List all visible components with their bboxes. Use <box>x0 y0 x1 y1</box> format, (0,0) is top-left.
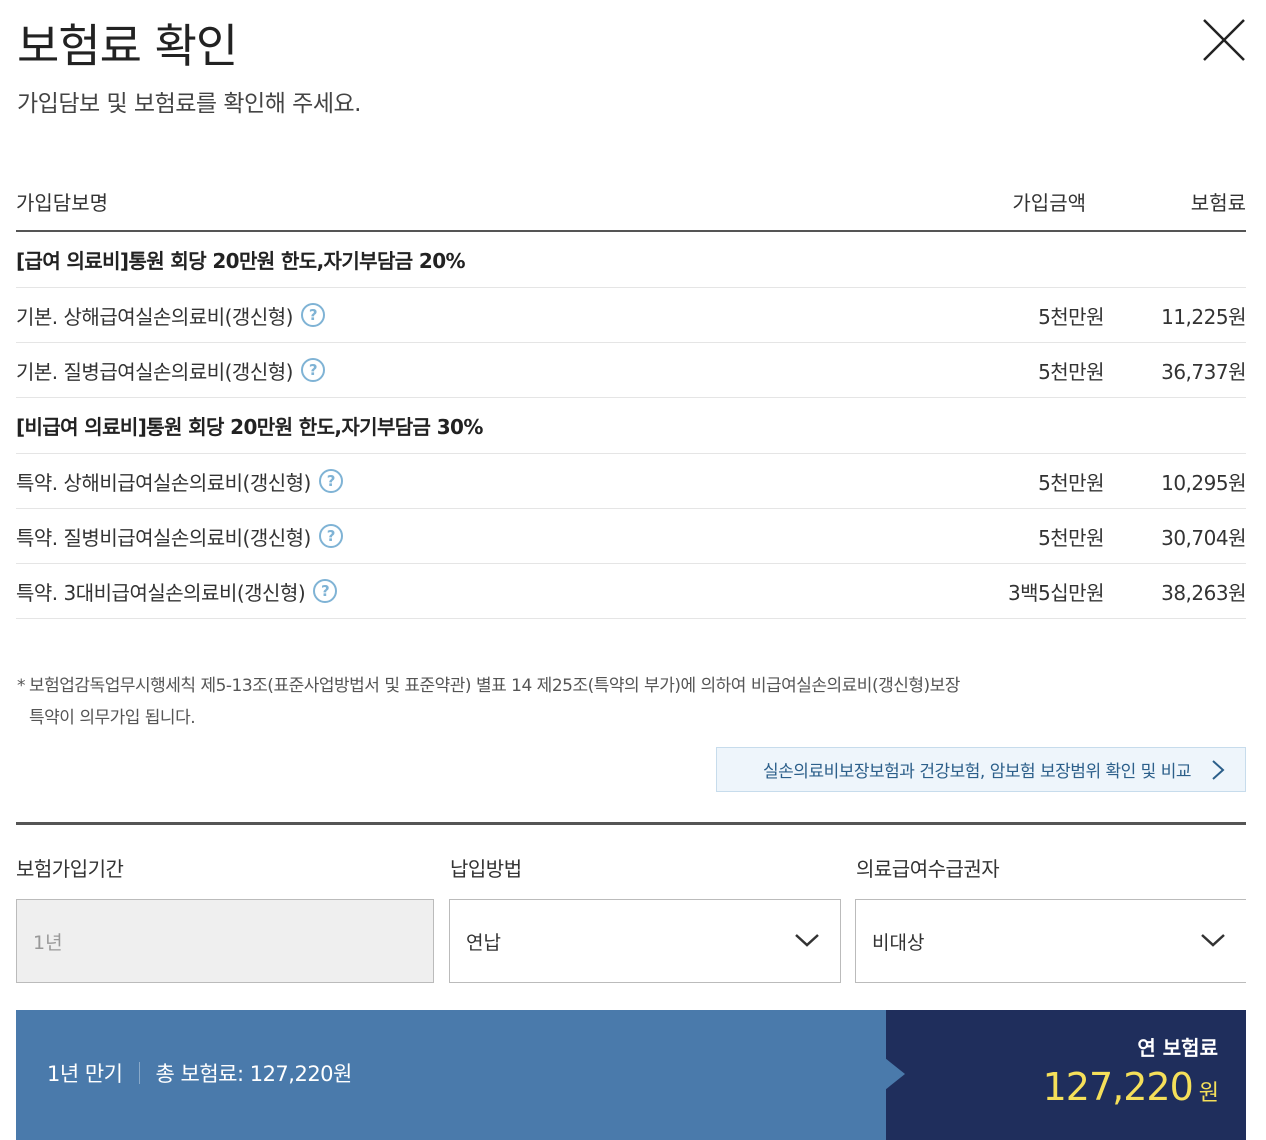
coverage-amount: 5천만원 <box>1038 470 1104 495</box>
close-icon <box>1203 19 1245 61</box>
notice-line-2: 특약이 의무가입 됩니다. <box>29 708 196 728</box>
help-icon[interactable]: ? <box>313 579 338 603</box>
table-row: 특약. 3대비급여실손의료비(갱신형)? 3백5십만원 38,263원 <box>16 564 1247 619</box>
page-title: 보험료 확인 <box>17 19 238 73</box>
chevron-down-icon <box>795 934 819 947</box>
coverage-premium: 36,737원 <box>1161 359 1246 384</box>
annual-premium-unit: 원 <box>1198 1081 1219 1106</box>
coverage-name: 특약. 상해비급여실손의료비(갱신형) <box>16 470 311 495</box>
table-row: 특약. 질병비급여실손의료비(갱신형)? 5천만원 30,704원 <box>16 509 1247 564</box>
page-subtitle: 가입담보 및 보험료를 확인해 주세요. <box>17 91 361 117</box>
help-icon[interactable]: ? <box>300 358 325 382</box>
coverage-name: 특약. 질병비급여실손의료비(갱신형) <box>16 525 311 550</box>
summary-left: 1년 만기 총 보험료: 127,220원 <box>47 1058 352 1088</box>
annual-premium-value: 127,220 원 <box>1042 1065 1219 1109</box>
term-text: 1년 만기 <box>47 1062 123 1086</box>
coverage-name: 기본. 상해급여실손의료비(갱신형) <box>16 304 293 329</box>
medical-aid-label: 의료급여수급권자 <box>856 857 1000 881</box>
table-row: 기본. 상해급여실손의료비(갱신형)? 5천만원 11,225원 <box>16 288 1247 343</box>
premium-summary-bar: 1년 만기 총 보험료: 127,220원 연 보험료 127,220 원 <box>16 1010 1246 1140</box>
table-row: 특약. 상해비급여실손의료비(갱신형)? 5천만원 10,295원 <box>16 454 1247 509</box>
payment-label: 납입방법 <box>450 857 522 881</box>
period-field: 1년 <box>16 899 434 983</box>
group-title-noncovered: [비급여 의료비]통원 회당 20만원 한도,자기부담금 30% <box>16 398 1246 454</box>
table-row: 기본. 질병급여실손의료비(갱신형)? 5천만원 36,737원 <box>16 343 1247 398</box>
column-header-premium: 보험료 <box>1190 190 1246 215</box>
payment-select[interactable]: 연납 <box>449 899 841 983</box>
group-title-covered: [급여 의료비]통원 회당 20만원 한도,자기부담금 20% <box>16 232 1246 288</box>
coverage-amount: 3백5십만원 <box>1007 580 1105 605</box>
coverage-amount: 5천만원 <box>1038 304 1104 329</box>
close-button[interactable] <box>1196 12 1252 68</box>
coverage-premium: 38,263원 <box>1161 580 1246 605</box>
total-premium-text: 총 보험료: 127,220원 <box>155 1062 353 1086</box>
table-header: 가입담보명 가입금액 보험료 <box>16 172 1246 232</box>
summary-divider <box>138 1062 140 1084</box>
coverage-compare-button[interactable]: 실손의료비보장보험과 건강보험, 암보험 보장범위 확인 및 비교 <box>716 747 1246 792</box>
options-section: 보험가입기간 1년 납입방법 연납 의료급여수급권자 비대상 <box>16 822 1246 983</box>
coverage-table: 가입담보명 가입금액 보험료 [급여 의료비]통원 회당 20만원 한도,자기부… <box>16 172 1247 619</box>
legal-notice: * 보험업감독업무시행세칙 제5-13조(표준사업방법서 및 표준약관) 별표 1… <box>17 670 1137 734</box>
annual-premium-label: 연 보험료 <box>1137 1036 1218 1060</box>
coverage-name: 특약. 3대비급여실손의료비(갱신형) <box>16 580 306 605</box>
period-label: 보험가입기간 <box>16 857 124 881</box>
coverage-amount: 5천만원 <box>1038 525 1104 550</box>
annual-premium-amount: 127,220 <box>1042 1065 1194 1109</box>
help-icon[interactable]: ? <box>318 469 343 493</box>
compare-button-label: 실손의료비보장보험과 건강보험, 암보험 보장범위 확인 및 비교 <box>763 762 1191 782</box>
column-header-amount: 가입금액 <box>1012 190 1086 215</box>
coverage-name: 기본. 질병급여실손의료비(갱신형) <box>16 359 293 384</box>
help-icon[interactable]: ? <box>300 303 325 327</box>
coverage-premium: 30,704원 <box>1161 525 1246 550</box>
coverage-premium: 11,225원 <box>1161 304 1246 329</box>
notice-line-1: 보험업감독업무시행세칙 제5-13조(표준사업방법서 및 표준약관) 별표 14… <box>29 676 960 696</box>
period-value: 1년 <box>33 931 63 954</box>
chevron-right-icon <box>1212 759 1225 780</box>
column-header-coverage: 가입담보명 <box>16 190 108 215</box>
notch-arrow <box>885 1058 905 1090</box>
coverage-amount: 5천만원 <box>1038 359 1104 384</box>
medical-aid-select[interactable]: 비대상 <box>855 899 1246 983</box>
help-icon[interactable]: ? <box>318 524 343 548</box>
notice-asterisk: * <box>17 676 26 696</box>
annual-premium-box: 연 보험료 127,220 원 <box>885 1010 1246 1140</box>
payment-value: 연납 <box>466 931 501 954</box>
medical-aid-value: 비대상 <box>872 931 925 954</box>
coverage-premium: 10,295원 <box>1161 470 1246 495</box>
chevron-down-icon <box>1201 934 1225 947</box>
